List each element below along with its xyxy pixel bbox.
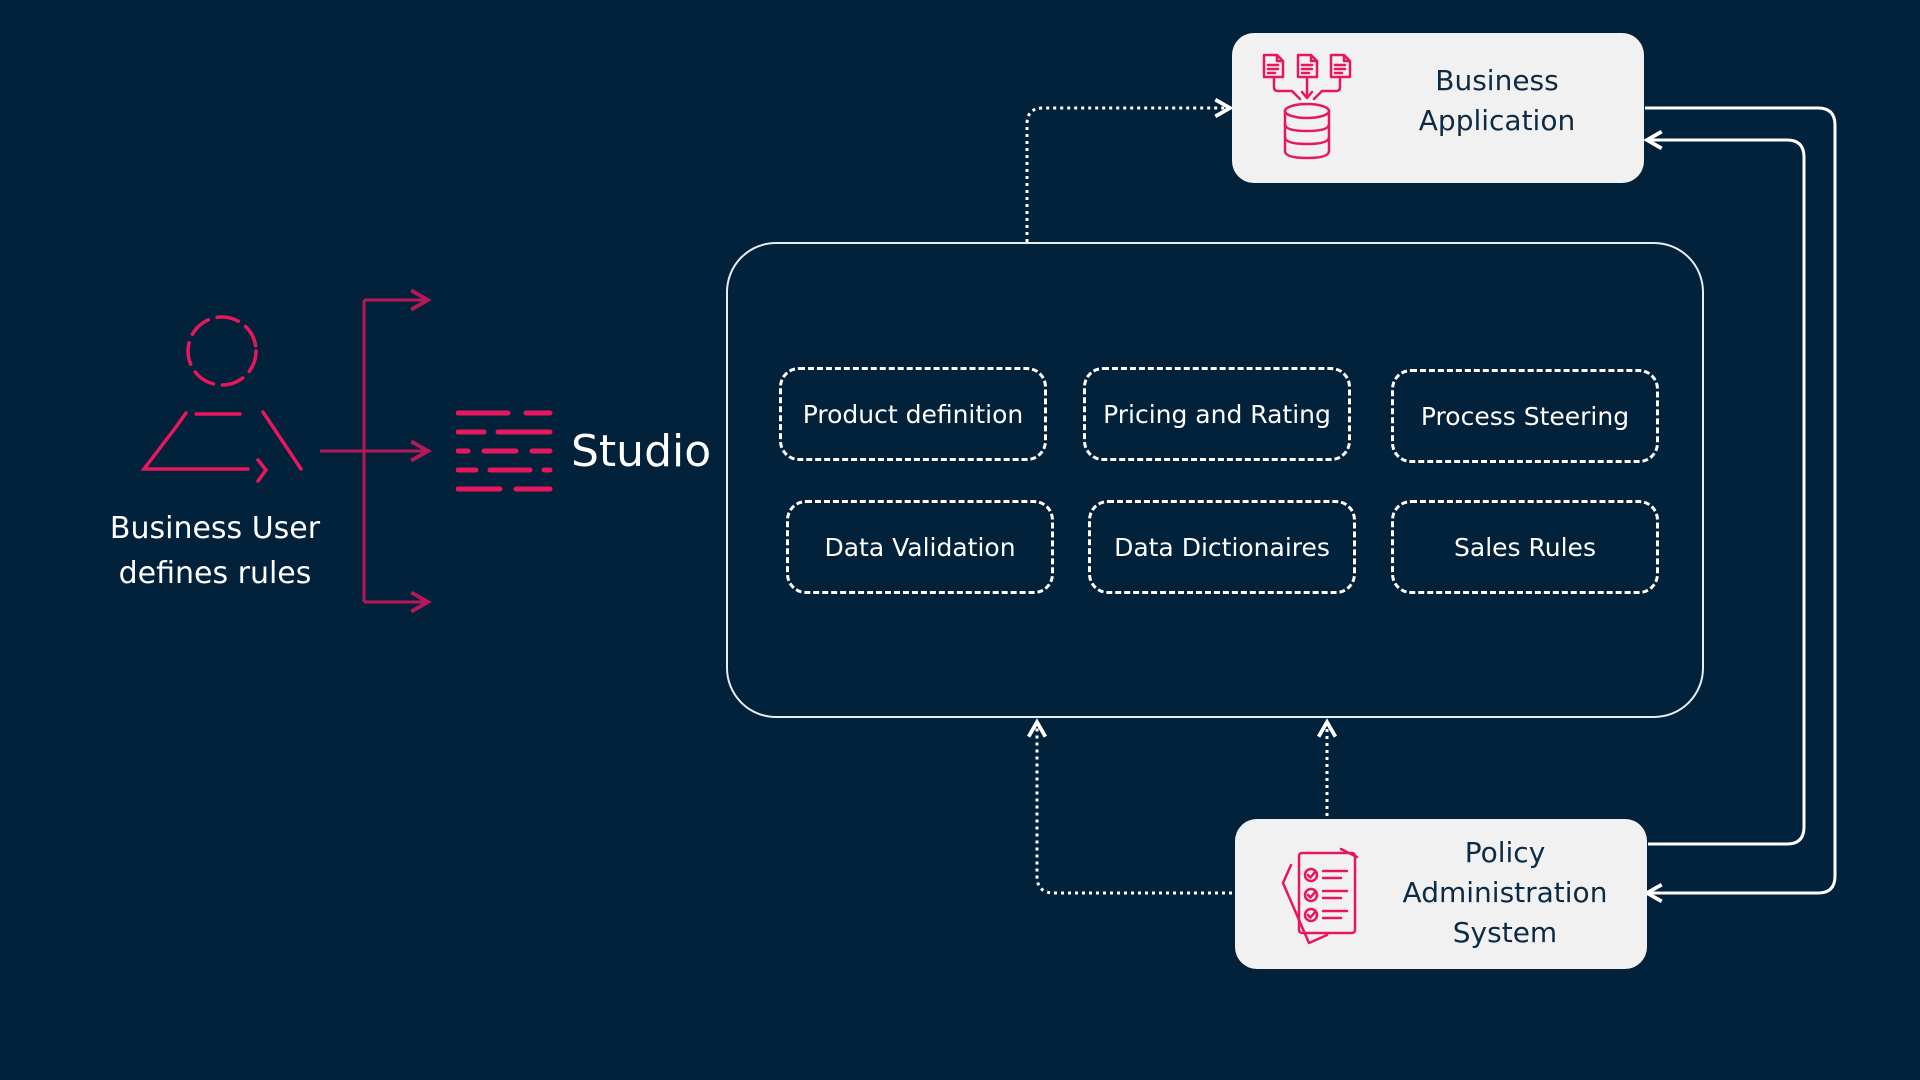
- policy-administration-system-label: Policy Administration System: [1395, 833, 1615, 953]
- module-sales-rules[interactable]: Sales Rules: [1391, 500, 1659, 594]
- studio-label: Studio: [571, 426, 712, 477]
- module-data-dictionaires[interactable]: Data Dictionaires: [1088, 500, 1356, 594]
- module-product-definition[interactable]: Product definition: [779, 367, 1047, 461]
- module-label: Product definition: [802, 399, 1024, 429]
- module-label: Sales Rules: [1454, 532, 1596, 562]
- business-application-line1: Business: [1435, 64, 1559, 97]
- business-application-line2: Application: [1418, 104, 1576, 137]
- business-user-label-line2: defines rules: [118, 556, 312, 591]
- pas-line2: Administration: [1402, 876, 1608, 909]
- checklist-documents-icon: [1281, 847, 1359, 945]
- module-label: Data Validation: [824, 532, 1016, 562]
- dotted-arrow-studio-to-business-app: [1025, 97, 1234, 242]
- module-label: Process Steering: [1420, 401, 1630, 431]
- documents-to-database-icon: [1262, 53, 1352, 160]
- studio-modules-container: [726, 242, 1704, 718]
- module-label: Pricing and Rating: [1103, 399, 1331, 429]
- business-user-label-line1: Business User: [109, 511, 321, 546]
- dotted-arrow-pas-to-studio-left: [1026, 718, 1253, 895]
- module-data-validation[interactable]: Data Validation: [786, 500, 1054, 594]
- module-pricing-and-rating[interactable]: Pricing and Rating: [1083, 367, 1351, 461]
- person-icon: [140, 315, 303, 483]
- studio-logo-icon: [456, 410, 553, 492]
- policy-administration-system-box[interactable]: Policy Administration System: [1235, 819, 1647, 969]
- pas-line3: System: [1452, 916, 1558, 949]
- business-application-label: Business Application: [1382, 61, 1612, 141]
- module-process-steering[interactable]: Process Steering: [1391, 369, 1659, 463]
- module-label: Data Dictionaires: [1114, 532, 1330, 562]
- business-application-box[interactable]: Business Application: [1232, 33, 1644, 183]
- pas-line1: Policy: [1464, 836, 1546, 869]
- business-user-label: Business User defines rules: [90, 506, 340, 596]
